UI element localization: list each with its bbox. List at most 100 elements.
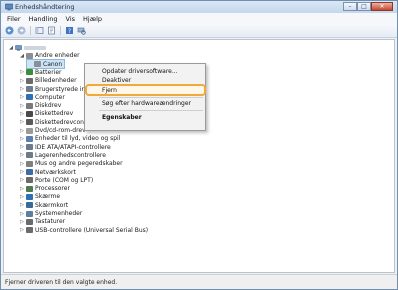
expand-icon[interactable]: ▷ [19, 201, 25, 209]
expand-icon[interactable]: ▷ [19, 77, 25, 85]
tree-root[interactable]: ◢ [8, 44, 46, 52]
tree-item-label: Diskdrev [35, 102, 62, 110]
expand-icon[interactable]: ▷ [19, 118, 25, 126]
tree-item-label: Computer [35, 93, 65, 101]
expand-icon[interactable]: ▷ [19, 135, 25, 143]
svg-text:?: ? [68, 28, 71, 35]
port-icon [26, 177, 33, 184]
tree-category[interactable]: ▷ Processorer [19, 185, 70, 193]
tree-category[interactable]: ▷ Systemenheder [19, 210, 82, 218]
forward-arrow-icon[interactable] [17, 26, 26, 35]
context-separator [99, 110, 203, 111]
tree-item-label: Mus og andre pegeredskaber [35, 160, 123, 168]
tree-item-label: Andre enheder [35, 52, 80, 60]
tree-category[interactable]: ▷ Dvd/cd-rom-drev [19, 127, 86, 135]
expand-icon[interactable]: ▷ [19, 93, 25, 101]
expand-icon[interactable]: ▷ [19, 193, 25, 201]
expand-icon[interactable]: ▷ [19, 185, 25, 193]
menu-action[interactable]: Handling [29, 15, 58, 23]
tree-category[interactable]: ▷ Diskettedrev [19, 110, 73, 118]
usb-icon [26, 227, 33, 234]
expand-icon[interactable]: ▷ [19, 226, 25, 234]
system-icon [26, 210, 33, 217]
computer-icon [26, 94, 33, 101]
tree-item-label: Skærme [35, 193, 61, 201]
show-hide-icon[interactable] [35, 26, 44, 35]
tree-category[interactable]: ▷ Netværkskort [19, 168, 76, 176]
close-button[interactable]: ✕ [371, 2, 393, 11]
tree-category[interactable]: ▷ USB-controllere (Universal Serial Bus) [19, 226, 148, 234]
window-title: Enhedshåndtering [15, 3, 75, 11]
tree-category[interactable]: ▷ Diskettedrevcontr [19, 118, 89, 126]
menu-help[interactable]: Hjælp [83, 15, 102, 23]
tree-category[interactable]: ▷ Brugerstyrede inp [19, 85, 89, 93]
processor-icon [26, 185, 33, 192]
toolbar-separator [30, 26, 31, 35]
disk-icon [26, 102, 33, 109]
tree-category[interactable]: ▷ Computer [19, 93, 65, 101]
tree-item-label: Brugerstyrede inp [35, 85, 90, 93]
title-bar: Enhedshåndtering – □ ✕ [1, 1, 397, 13]
context-scan-hardware[interactable]: Søg efter hardwareændringer [86, 99, 204, 108]
context-update-driver[interactable]: Opdater driversoftware... [86, 67, 204, 76]
help-icon[interactable]: ? [65, 26, 74, 35]
tree-category[interactable]: ▷ Skærmkort [19, 201, 68, 209]
tree-category[interactable]: ▷ Tastaturer [19, 218, 65, 226]
expand-icon[interactable]: ▷ [19, 85, 25, 93]
monitor-icon [26, 193, 33, 200]
tree-item-label: Diskettedrevcontr [35, 118, 89, 126]
expand-icon[interactable]: ▷ [19, 151, 25, 159]
expand-icon[interactable]: ▷ [19, 68, 25, 76]
toolbar-separator [60, 26, 61, 35]
properties-icon[interactable] [47, 26, 56, 35]
expand-icon[interactable]: ▷ [19, 218, 25, 226]
tree-item-canon[interactable]: Canon [25, 59, 66, 70]
scan-hardware-icon[interactable] [77, 26, 86, 35]
context-uninstall[interactable]: Fjern [86, 86, 204, 95]
back-arrow-icon[interactable] [5, 26, 14, 35]
expand-icon[interactable]: ▷ [19, 168, 25, 176]
tree-category[interactable]: ▷ IDE ATA/ATAPI-controllere [19, 143, 111, 151]
expand-icon[interactable]: ▷ [19, 210, 25, 218]
tree-category[interactable]: ▷ Batterier [19, 68, 61, 76]
collapse-icon[interactable]: ◢ [8, 44, 14, 52]
tree-item-label: Lagerenhedscontrollere [35, 151, 106, 159]
expand-icon[interactable]: ▷ [19, 176, 25, 184]
expand-icon[interactable]: ▷ [19, 143, 25, 151]
expand-icon[interactable]: ▷ [19, 110, 25, 118]
tree-category[interactable]: ▷ Diskdrev [19, 102, 61, 110]
floppy-icon [26, 110, 33, 117]
device-manager-window: Enhedshåndtering – □ ✕ Filer Handling Vi… [0, 0, 398, 290]
menu-bar: Filer Handling Vis Hjælp [1, 13, 397, 24]
menu-view[interactable]: Vis [66, 15, 76, 23]
tree-item-label: Canon [43, 60, 63, 68]
battery-icon [26, 69, 33, 76]
camera-icon [26, 77, 33, 84]
tree-category[interactable]: ▷ Billedenheder [19, 77, 77, 85]
dvd-icon [26, 127, 33, 134]
tree-category[interactable]: ▷ Mus og andre pegeredskaber [19, 160, 123, 168]
computer-name-redacted [24, 46, 46, 50]
hid-icon [26, 86, 33, 92]
tree-category[interactable]: ▷ Skærme [19, 193, 60, 201]
expand-icon[interactable]: ▷ [19, 102, 25, 110]
expand-icon[interactable]: ▷ [19, 127, 25, 135]
context-properties[interactable]: Egenskaber [86, 113, 204, 122]
tree-category[interactable]: ◢ Andre enheder [19, 52, 80, 60]
status-text: Fjerner driveren til den valgte enhed. [5, 278, 118, 286]
tree-category[interactable]: ▷ Lagerenhedscontrollere [19, 151, 106, 159]
menu-file[interactable]: Filer [7, 15, 21, 23]
expand-icon[interactable]: ▷ [19, 160, 25, 168]
maximize-button[interactable]: □ [357, 2, 371, 11]
tree-item-label: Billedenheder [35, 77, 77, 85]
context-disable[interactable]: Deaktiver [86, 76, 204, 85]
tree-category[interactable]: ▷ Enheder til lyd, video og spil [19, 135, 120, 143]
tree-category[interactable]: ▷ Porte (COM og LPT) [19, 176, 93, 184]
storage-icon [26, 152, 33, 159]
tree-item-label: USB-controllere (Universal Serial Bus) [35, 226, 149, 234]
minimize-button[interactable]: – [343, 2, 357, 11]
window-controls: – □ ✕ [343, 2, 393, 11]
tree-item-label: Batterier [35, 68, 62, 76]
collapse-icon[interactable]: ◢ [19, 52, 25, 60]
